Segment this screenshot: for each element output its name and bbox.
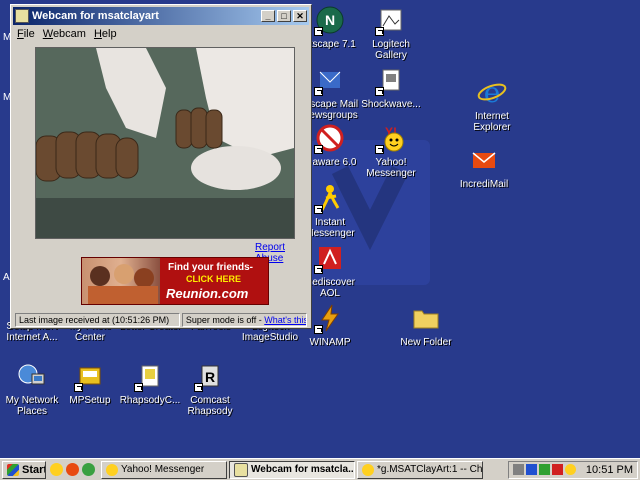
menu-file[interactable]: File: [15, 27, 41, 43]
internet-explorer-icon: e: [477, 76, 507, 108]
webcam-image: [36, 48, 294, 238]
desktop-icon-logitech-gallery[interactable]: Logitech Gallery: [353, 4, 429, 61]
desktop-icon-internet-explorer[interactable]: e Internet Explorer: [454, 76, 530, 133]
reunion-ad-banner[interactable]: Find your friends- CLICK HERE Reunion.co…: [81, 257, 269, 305]
quick-launch: [50, 463, 95, 476]
start-button[interactable]: Start: [2, 460, 46, 479]
folder-icon: [413, 310, 439, 329]
window-title: Webcam for msatclayart: [32, 10, 159, 22]
windows-flag-icon: [7, 463, 19, 476]
whats-this-link[interactable]: What's this?: [264, 315, 306, 325]
minimize-button[interactable]: _: [261, 10, 275, 22]
ad-brand: Reunion.com: [166, 286, 249, 301]
desktop-icon-comcast-rhapsody[interactable]: R Comcast Rhapsody: [172, 360, 248, 417]
network-icon[interactable]: [525, 464, 537, 475]
svg-text:N: N: [325, 12, 335, 28]
taskbar: Start Yahoo! Messenger Webcam for msatcl…: [0, 458, 640, 480]
system-tray: 10:51 PM: [507, 460, 638, 479]
security-icon[interactable]: [538, 464, 550, 475]
smiley-tray-icon[interactable]: [564, 464, 576, 475]
yahoo-tray-icon[interactable]: [551, 464, 563, 475]
taskbar-yahoo-messenger[interactable]: Yahoo! Messenger: [101, 460, 227, 479]
incredimail-quick-icon[interactable]: [66, 463, 79, 476]
window-titlebar[interactable]: Webcam for msatclayart _ □ ✕: [13, 7, 309, 25]
menubar: File Webcam Help: [11, 27, 311, 43]
chat-icon: [362, 463, 374, 476]
desktop-icon-shockwave[interactable]: Shockwave...: [353, 64, 429, 110]
clock: 10:51 PM: [585, 463, 633, 476]
my-network-places-icon: [18, 364, 45, 385]
yahoo-quick-icon[interactable]: [50, 463, 63, 476]
volume-icon[interactable]: [512, 464, 524, 475]
taskbar-webcam[interactable]: Webcam for msatcla...: [229, 460, 355, 479]
media-quick-icon[interactable]: [82, 463, 95, 476]
ad-photo: [82, 258, 160, 304]
close-button[interactable]: ✕: [293, 10, 307, 22]
webcam-video-frame: [35, 47, 295, 239]
svg-text:e: e: [484, 76, 501, 108]
svg-text:R: R: [205, 369, 215, 385]
last-image-status: Last image received at (10:51:26 PM): [15, 313, 180, 327]
desktop-icon-new-folder[interactable]: New Folder: [388, 302, 464, 348]
super-mode-status: Super mode is off - What's this?: [181, 313, 307, 327]
webcam-window[interactable]: Webcam for msatclayart _ □ ✕ File Webcam…: [10, 4, 312, 329]
desktop-icon-incredimail[interactable]: IncrediMail: [446, 144, 522, 190]
yahoo-smiley-icon: [106, 463, 118, 476]
status-bar: Last image received at (10:51:26 PM) Sup…: [15, 313, 307, 327]
maximize-button[interactable]: □: [277, 10, 291, 22]
ad-line1: Find your friends-: [168, 262, 253, 273]
menu-webcam[interactable]: Webcam: [41, 27, 92, 43]
webcam-icon: [234, 462, 248, 477]
webcam-app-icon: [15, 9, 29, 23]
ad-click-here: CLICK HERE: [186, 274, 242, 284]
menu-help[interactable]: Help: [92, 27, 123, 43]
incredimail-icon: [472, 152, 496, 168]
desktop-icon-yahoo-messenger[interactable]: Y! Yahoo! Messenger: [353, 122, 429, 179]
taskbar-chat[interactable]: *g.MSATClayArt:1 -- Chat: [357, 460, 483, 479]
